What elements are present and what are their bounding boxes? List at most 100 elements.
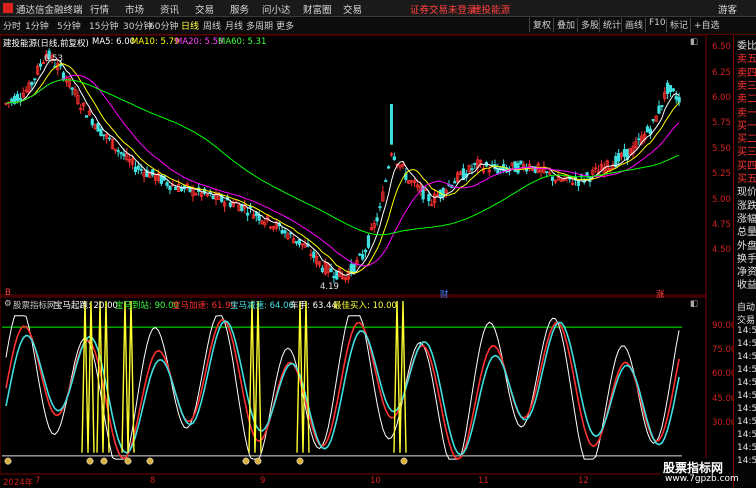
menu-jiaoyi[interactable]: 交易 bbox=[195, 2, 214, 16]
candle-body bbox=[136, 165, 140, 170]
tab-5min[interactable]: 5分钟 bbox=[57, 19, 81, 32]
fuquan-button[interactable]: 复权 bbox=[529, 18, 551, 32]
main-chart-title: 建投能源(日线,前复权) bbox=[3, 39, 89, 49]
menu-jiaoyi-2[interactable]: 交易 bbox=[343, 2, 362, 16]
candle-body bbox=[519, 160, 523, 164]
indicator-name[interactable]: 股票指标网 bbox=[13, 299, 56, 311]
candle-body bbox=[102, 134, 106, 137]
candle-body bbox=[70, 87, 74, 90]
limit-up-marker: 涨 bbox=[656, 290, 665, 300]
candle-body bbox=[645, 126, 650, 133]
indicator-v3: 宝马加速: 61.90 bbox=[172, 301, 236, 311]
price-tick-1: 6.25 bbox=[712, 67, 731, 78]
period-toolbar: 分时 1分钟 5分钟 15分钟 30分钟 60分钟 日线 周线 月线 多周期 更… bbox=[0, 17, 756, 35]
side-item-18[interactable]: 收益 bbox=[737, 276, 756, 291]
candle-body bbox=[622, 149, 627, 157]
login-notice[interactable]: 证券交易未登录 bbox=[410, 2, 477, 16]
tab-monthly[interactable]: 月线 bbox=[225, 19, 243, 32]
price-tick-0: 6.50 bbox=[712, 42, 731, 53]
multi-stock-button[interactable]: 多股 bbox=[577, 18, 599, 32]
candle-body bbox=[38, 63, 43, 67]
ma5-value: MA5: 6.00 bbox=[92, 37, 136, 47]
mark-button[interactable]: 标记 bbox=[666, 18, 688, 32]
collapse-icon[interactable]: ◧ bbox=[690, 37, 698, 47]
ind-spike-5 bbox=[393, 300, 407, 453]
tab-weekly[interactable]: 周线 bbox=[203, 19, 221, 32]
buy-markers bbox=[4, 457, 408, 465]
user-label[interactable]: 游客 bbox=[718, 2, 737, 16]
ma5-line bbox=[5, 58, 680, 276]
collapse-icon-2[interactable]: ◧ bbox=[690, 299, 698, 309]
candle-body bbox=[677, 96, 681, 103]
tab-60min[interactable]: 60分钟 bbox=[149, 19, 178, 32]
side-time-12: 14:5 bbox=[737, 456, 756, 466]
tab-1min[interactable]: 1分钟 bbox=[25, 19, 49, 32]
candle-body bbox=[335, 270, 339, 280]
f10-button[interactable]: F10 bbox=[645, 18, 666, 32]
moving-average-lines bbox=[5, 58, 680, 276]
tab-more[interactable]: 更多 bbox=[276, 19, 294, 32]
candle-body bbox=[671, 88, 675, 92]
overlay-button[interactable]: 叠加 bbox=[553, 18, 575, 32]
ind-spike-0 bbox=[81, 300, 95, 453]
candle-body bbox=[668, 85, 673, 93]
ma60-line bbox=[5, 79, 680, 236]
draw-button[interactable]: 画线 bbox=[621, 18, 643, 32]
candle-body bbox=[90, 118, 94, 126]
menu-shichang[interactable]: 市场 bbox=[125, 2, 144, 16]
tab-fenshi[interactable]: 分时 bbox=[3, 19, 21, 32]
x-label-8: 8 bbox=[150, 476, 156, 486]
candle-body bbox=[33, 78, 37, 81]
candle-body bbox=[513, 161, 517, 172]
menu-fuwu[interactable]: 服务 bbox=[230, 2, 249, 16]
buy-marker-2 bbox=[100, 457, 108, 465]
ma10-value: MA10: 5.79 bbox=[131, 37, 180, 47]
menu-zixun[interactable]: 资讯 bbox=[160, 2, 179, 16]
candle-body bbox=[10, 98, 14, 102]
candle-body bbox=[617, 153, 621, 162]
buy-marker-0 bbox=[4, 457, 12, 465]
app-title: 通达信金融终端 bbox=[16, 5, 83, 16]
chart-area[interactable] bbox=[0, 35, 733, 487]
candle-body bbox=[453, 181, 457, 184]
candle-body bbox=[358, 253, 362, 256]
candle-body bbox=[352, 263, 356, 273]
watermark-url: www.7gpzb.com bbox=[665, 474, 739, 484]
candle-body bbox=[228, 202, 232, 207]
candle-body bbox=[99, 128, 103, 137]
candle-body bbox=[246, 212, 250, 216]
price-tick-5: 5.25 bbox=[712, 169, 731, 180]
candle-body bbox=[375, 217, 379, 222]
candle-body bbox=[84, 115, 89, 118]
candle-body bbox=[133, 166, 138, 173]
candle-body bbox=[280, 230, 284, 234]
menu-hangqing[interactable]: 行情 bbox=[90, 2, 109, 16]
candle-body bbox=[363, 249, 368, 253]
menu-caifuquan[interactable]: 财富圈 bbox=[303, 2, 332, 16]
price-tick-4: 5.50 bbox=[712, 143, 731, 154]
high-price-label: 6.53 bbox=[44, 54, 63, 64]
menu-wenxiaoda[interactable]: 问小达 bbox=[262, 2, 291, 16]
candle-body bbox=[30, 81, 34, 86]
buy-marker-7 bbox=[296, 457, 304, 465]
candle-body bbox=[637, 138, 641, 141]
tab-daily[interactable]: 日线 bbox=[181, 19, 199, 32]
stock-link[interactable]: 建投能源 bbox=[472, 2, 510, 16]
side-time-8: 14:5 bbox=[737, 404, 756, 414]
stats-button[interactable]: 统计 bbox=[599, 18, 621, 32]
candle-body bbox=[545, 171, 549, 173]
tab-multi-period[interactable]: 多周期 bbox=[246, 19, 273, 32]
tab-15min[interactable]: 15分钟 bbox=[89, 19, 118, 32]
app-logo-icon bbox=[3, 3, 13, 13]
candle-body bbox=[168, 185, 172, 191]
side-time-7: 14:5 bbox=[737, 391, 756, 401]
indicator-settings-icon[interactable]: ⚙ bbox=[4, 299, 12, 309]
x-label-11: 11 bbox=[478, 476, 489, 486]
side-time-3: 14:5 bbox=[737, 339, 756, 349]
menu-bar: 通达信金融终端 行情 市场 资讯 交易 服务 问小达 财富圈 交易 证券交易未登… bbox=[0, 0, 756, 17]
candle-body bbox=[165, 182, 169, 186]
buy-marker-1 bbox=[86, 457, 94, 465]
watermark: 股票指标网 www.7gpzb.com bbox=[660, 458, 739, 487]
ma60-value: MA60: 5.31 bbox=[218, 37, 267, 47]
add-favorite-button[interactable]: +自选 bbox=[690, 18, 720, 32]
